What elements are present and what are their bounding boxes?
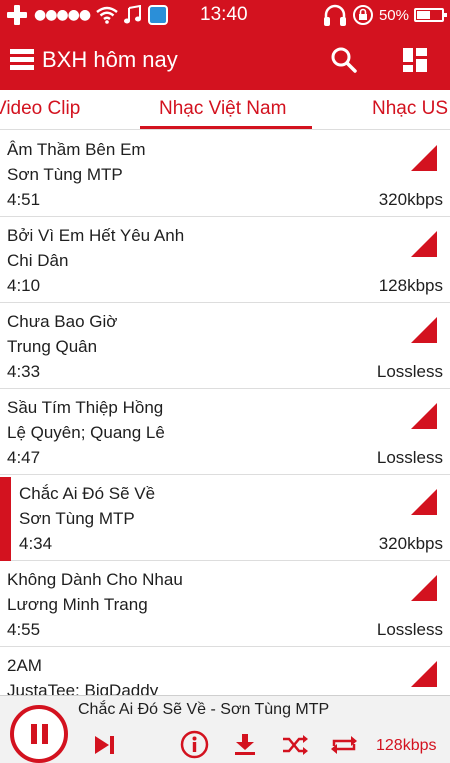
song-row[interactable]: Bởi Vì Em Hết Yêu Anh Chi Dân 4:10 128kb… [0, 217, 450, 303]
song-artist: Chi Dân [7, 251, 69, 270]
bitrate-label[interactable]: 128kbps [376, 737, 437, 755]
corner-triangle-icon[interactable] [411, 145, 437, 171]
page-title: BXH hôm nay [42, 47, 178, 72]
status-left: ●●●●● [6, 4, 169, 26]
song-duration: 4:34 [19, 534, 53, 553]
tab-indicator [140, 126, 312, 129]
headphones-icon [323, 4, 346, 26]
pause-button[interactable] [10, 705, 68, 763]
song-quality: Lossless [376, 620, 443, 639]
corner-triangle-icon[interactable] [411, 403, 437, 429]
song-title: Chắc Ai Đó Sẽ Về [19, 484, 156, 503]
status-bar: ●●●●● 13:40 50% [0, 0, 450, 30]
grid-icon[interactable] [403, 48, 427, 72]
song-title: Chưa Bao Giờ [7, 312, 118, 331]
repeat-icon[interactable] [330, 734, 358, 756]
next-icon[interactable] [91, 734, 119, 756]
now-playing-text: Chắc Ai Đó Sẽ Về - Sơn Tùng MTP [78, 701, 330, 718]
corner-triangle-icon[interactable] [411, 317, 437, 343]
song-row[interactable]: 2AM JustaTee; BigDaddy [0, 647, 450, 695]
song-duration: 4:33 [7, 362, 41, 381]
song-title: Bởi Vì Em Hết Yêu Anh [7, 226, 185, 245]
status-time: 13:40 [200, 4, 248, 25]
song-title: Không Dành Cho Nhau [7, 570, 183, 589]
status-right: 50% [323, 3, 447, 27]
corner-triangle-icon[interactable] [411, 489, 437, 515]
tab-video-clip[interactable]: Video Clip [0, 98, 80, 120]
corner-triangle-icon[interactable] [411, 231, 437, 257]
song-artist: Trung Quân [7, 337, 98, 356]
add-icon [6, 4, 28, 26]
song-list[interactable]: Âm Thầm Bên Em Sơn Tùng MTP 4:51 320kbps… [0, 131, 450, 695]
app-bar: BXH hôm nay [0, 30, 450, 90]
corner-triangle-icon[interactable] [411, 575, 437, 601]
playing-indicator [0, 477, 11, 561]
corner-triangle-icon[interactable] [411, 661, 437, 687]
app-icon [148, 5, 169, 25]
song-quality: 320kbps [378, 534, 443, 553]
song-row[interactable]: Không Dành Cho Nhau Lương Minh Trang 4:5… [0, 561, 450, 647]
battery-percent: 50% [378, 6, 409, 24]
lock-rotation-icon [352, 5, 373, 25]
song-quality: Lossless [376, 448, 443, 467]
list-menu-icon[interactable] [10, 49, 34, 71]
song-title: 2AM [7, 656, 42, 675]
tab-nhac-us[interactable]: Nhạc US [372, 98, 448, 120]
music-icon [124, 5, 142, 24]
song-artist: Sơn Tùng MTP [7, 165, 123, 184]
song-row[interactable]: Chưa Bao Giờ Trung Quân 4:33 Lossless [0, 303, 450, 389]
mini-player: Chắc Ai Đó Sẽ Về - Sơn Tùng MTP 128kbps [0, 695, 450, 763]
song-quality: Lossless [376, 362, 443, 381]
tab-nhac-viet-nam[interactable]: Nhạc Việt Nam [159, 98, 286, 120]
song-artist: Lương Minh Trang [7, 595, 148, 614]
song-duration: 4:51 [7, 190, 41, 209]
search-icon[interactable] [330, 46, 358, 74]
song-artist: Lệ Quyên; Quang Lê [7, 423, 165, 442]
song-duration: 4:10 [7, 276, 41, 295]
song-artist: JustaTee; BigDaddy [7, 681, 159, 695]
song-quality: 320kbps [378, 190, 443, 209]
wifi-icon [96, 6, 118, 24]
info-icon[interactable] [180, 730, 209, 759]
song-quality: 128kbps [378, 276, 443, 295]
download-icon[interactable] [231, 734, 259, 756]
song-row-playing[interactable]: Chắc Ai Đó Sẽ Về Sơn Tùng MTP 4:34 320kb… [0, 475, 450, 561]
song-title: Âm Thầm Bên Em [7, 140, 146, 159]
song-row[interactable]: Âm Thầm Bên Em Sơn Tùng MTP 4:51 320kbps [0, 131, 450, 217]
song-duration: 4:47 [7, 448, 41, 467]
song-duration: 4:55 [7, 620, 41, 639]
song-row[interactable]: Sầu Tím Thiệp Hồng Lệ Quyên; Quang Lê 4:… [0, 389, 450, 475]
song-artist: Sơn Tùng MTP [19, 509, 135, 528]
shuffle-icon[interactable] [281, 734, 309, 756]
signal-icon: ●●●●● [34, 7, 91, 23]
battery-icon [414, 8, 447, 22]
tab-bar: Video Clip Nhạc Việt Nam Nhạc US [0, 90, 450, 130]
song-title: Sầu Tím Thiệp Hồng [7, 398, 164, 417]
